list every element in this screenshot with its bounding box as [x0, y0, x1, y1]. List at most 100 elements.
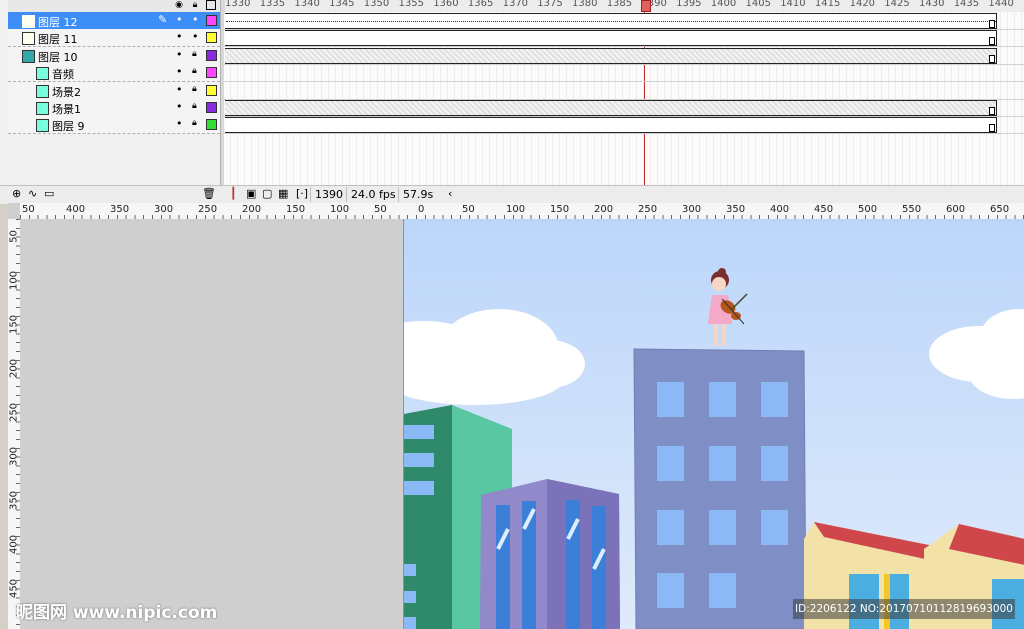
- layer-row[interactable]: 场景1 • 🔒︎: [8, 99, 220, 117]
- outline-icon[interactable]: [206, 0, 216, 10]
- ruler-number: 50: [374, 204, 387, 215]
- frame-number: 1410: [780, 0, 806, 9]
- frame-number: 1360: [433, 0, 459, 9]
- frame-rate[interactable]: 24.0 fps: [346, 187, 400, 202]
- motion-guide-icon[interactable]: ∿: [28, 188, 37, 200]
- lock-dot[interactable]: •: [192, 13, 199, 26]
- lock-icon[interactable]: 🔒︎: [192, 49, 197, 59]
- lock-icon[interactable]: 🔒︎: [192, 66, 197, 76]
- frame-number: 1440: [988, 0, 1014, 9]
- frame-span[interactable]: [225, 30, 997, 47]
- scroll-left-icon[interactable]: ‹: [448, 188, 452, 200]
- stage-area: 50 400 350 300 250 200 150 100 50 0 50 100 150 200 250…: [8, 203, 1024, 629]
- end-keyframe[interactable]: [989, 37, 995, 46]
- layer-color-swatch[interactable]: [206, 15, 217, 26]
- frame-row[interactable]: [224, 29, 1024, 48]
- frame-span[interactable]: [225, 117, 997, 134]
- onion-outline-icon[interactable]: ▢: [262, 188, 272, 200]
- frame-row[interactable]: [224, 64, 1024, 83]
- lock-icon[interactable]: 🔒︎: [192, 101, 197, 111]
- frame-number: 1385: [606, 0, 633, 9]
- stage-canvas[interactable]: [403, 219, 1024, 629]
- pasteboard[interactable]: [20, 219, 403, 629]
- visibility-dot[interactable]: •: [176, 13, 183, 26]
- ruler-number: 250: [198, 204, 218, 215]
- onion-markers-icon[interactable]: [·]: [296, 188, 308, 200]
- frame-number: 1350: [363, 0, 390, 9]
- end-keyframe[interactable]: [989, 107, 995, 115]
- frame-number: 1355: [398, 0, 424, 9]
- central-tower: [633, 348, 807, 629]
- center-frame-icon[interactable]: ┃: [230, 188, 237, 200]
- eye-icon[interactable]: ◉: [174, 0, 184, 10]
- ruler-number: 550: [902, 204, 922, 215]
- layer-row[interactable]: 音频 • 🔒︎: [8, 64, 220, 83]
- layer-row[interactable]: 图层 11 • •: [8, 29, 220, 48]
- layer-row[interactable]: 场景2 • 🔒︎: [8, 81, 220, 100]
- visibility-dot[interactable]: •: [176, 100, 183, 113]
- ruler-number: 0: [418, 204, 425, 215]
- ruler-number: 450: [814, 204, 834, 215]
- frame-number: 1375: [537, 0, 563, 9]
- layer-color-swatch[interactable]: [206, 84, 217, 96]
- visibility-dot[interactable]: •: [176, 30, 183, 43]
- layer-icon: [36, 67, 49, 81]
- end-keyframe[interactable]: [989, 20, 995, 28]
- ruler-number: 200: [242, 204, 262, 215]
- folder-icon: [22, 49, 35, 63]
- ruler-number: 350: [8, 490, 20, 511]
- onion-skin-icon[interactable]: ▣: [246, 188, 256, 200]
- layer-color-swatch[interactable]: [206, 119, 217, 131]
- ruler-number: 250: [8, 402, 20, 423]
- watermark-id: ID:2206122 NO:20170710112819693000: [793, 599, 1015, 619]
- layer-name: 场景2: [52, 85, 81, 99]
- new-layer-icon[interactable]: ⊕: [12, 188, 21, 200]
- frame-row[interactable]: [224, 12, 1024, 30]
- layer-row[interactable]: 图层 10 • 🔒︎: [8, 46, 220, 65]
- layer-name: 场景1: [52, 103, 81, 116]
- ruler-number: 350: [726, 204, 746, 215]
- layer-color-swatch[interactable]: [206, 67, 217, 79]
- layer-row[interactable]: 图层 9 • 🔒︎: [8, 116, 220, 135]
- layer-color-swatch[interactable]: [206, 49, 217, 61]
- ruler-number: 200: [594, 204, 614, 215]
- ruler-number: 50: [8, 230, 20, 243]
- lock-icon[interactable]: 🔒︎: [192, 84, 197, 94]
- timeline-panel: ◉ 🔒︎ 1330 1335 1340 1345 1350 1355 1360 1365 137…: [0, 0, 1024, 204]
- lock-icon[interactable]: 🔒︎: [192, 118, 197, 128]
- frame-span[interactable]: [225, 13, 997, 29]
- new-folder-icon[interactable]: ▭: [44, 188, 54, 200]
- playhead-handle[interactable]: [641, 0, 651, 12]
- layer-color-swatch[interactable]: [206, 32, 217, 44]
- lock-icon[interactable]: 🔒︎: [190, 0, 200, 10]
- visibility-dot[interactable]: •: [176, 117, 183, 130]
- frame-row[interactable]: [224, 99, 1024, 117]
- visibility-dot[interactable]: •: [176, 65, 183, 78]
- ruler-number: 200: [8, 358, 20, 379]
- end-keyframe[interactable]: [989, 54, 995, 63]
- ruler-number: 150: [8, 314, 20, 335]
- trash-icon[interactable]: 🗑︎: [202, 188, 216, 200]
- layer-color-swatch[interactable]: [206, 102, 217, 113]
- ruler-number: 450: [8, 578, 20, 599]
- ruler-number: 400: [66, 204, 86, 215]
- elapsed-time: 57.9s: [398, 187, 437, 202]
- frame-grid[interactable]: [224, 12, 1024, 197]
- frame-span[interactable]: [225, 100, 997, 116]
- layer-icon: [22, 32, 35, 46]
- frame-row[interactable]: [224, 47, 1024, 65]
- horizontal-ruler[interactable]: 50 400 350 300 250 200 150 100 50 0 50 100 150 200 250…: [20, 203, 1024, 220]
- end-keyframe[interactable]: [989, 124, 995, 133]
- frame-span[interactable]: [225, 47, 997, 64]
- layer-name: 图层 9: [52, 120, 85, 134]
- frame-row[interactable]: [224, 116, 1024, 135]
- lock-dot[interactable]: •: [192, 30, 199, 43]
- edit-multiple-icon[interactable]: ▦: [278, 188, 288, 200]
- city-scene[interactable]: [404, 219, 1024, 629]
- layer-row[interactable]: 图层 12 ✎ • •: [8, 12, 220, 30]
- frame-number: 1330: [225, 0, 251, 9]
- frame-number: 1395: [676, 0, 702, 9]
- visibility-dot[interactable]: •: [176, 83, 183, 96]
- visibility-dot[interactable]: •: [176, 48, 183, 61]
- frame-row[interactable]: [224, 82, 1024, 100]
